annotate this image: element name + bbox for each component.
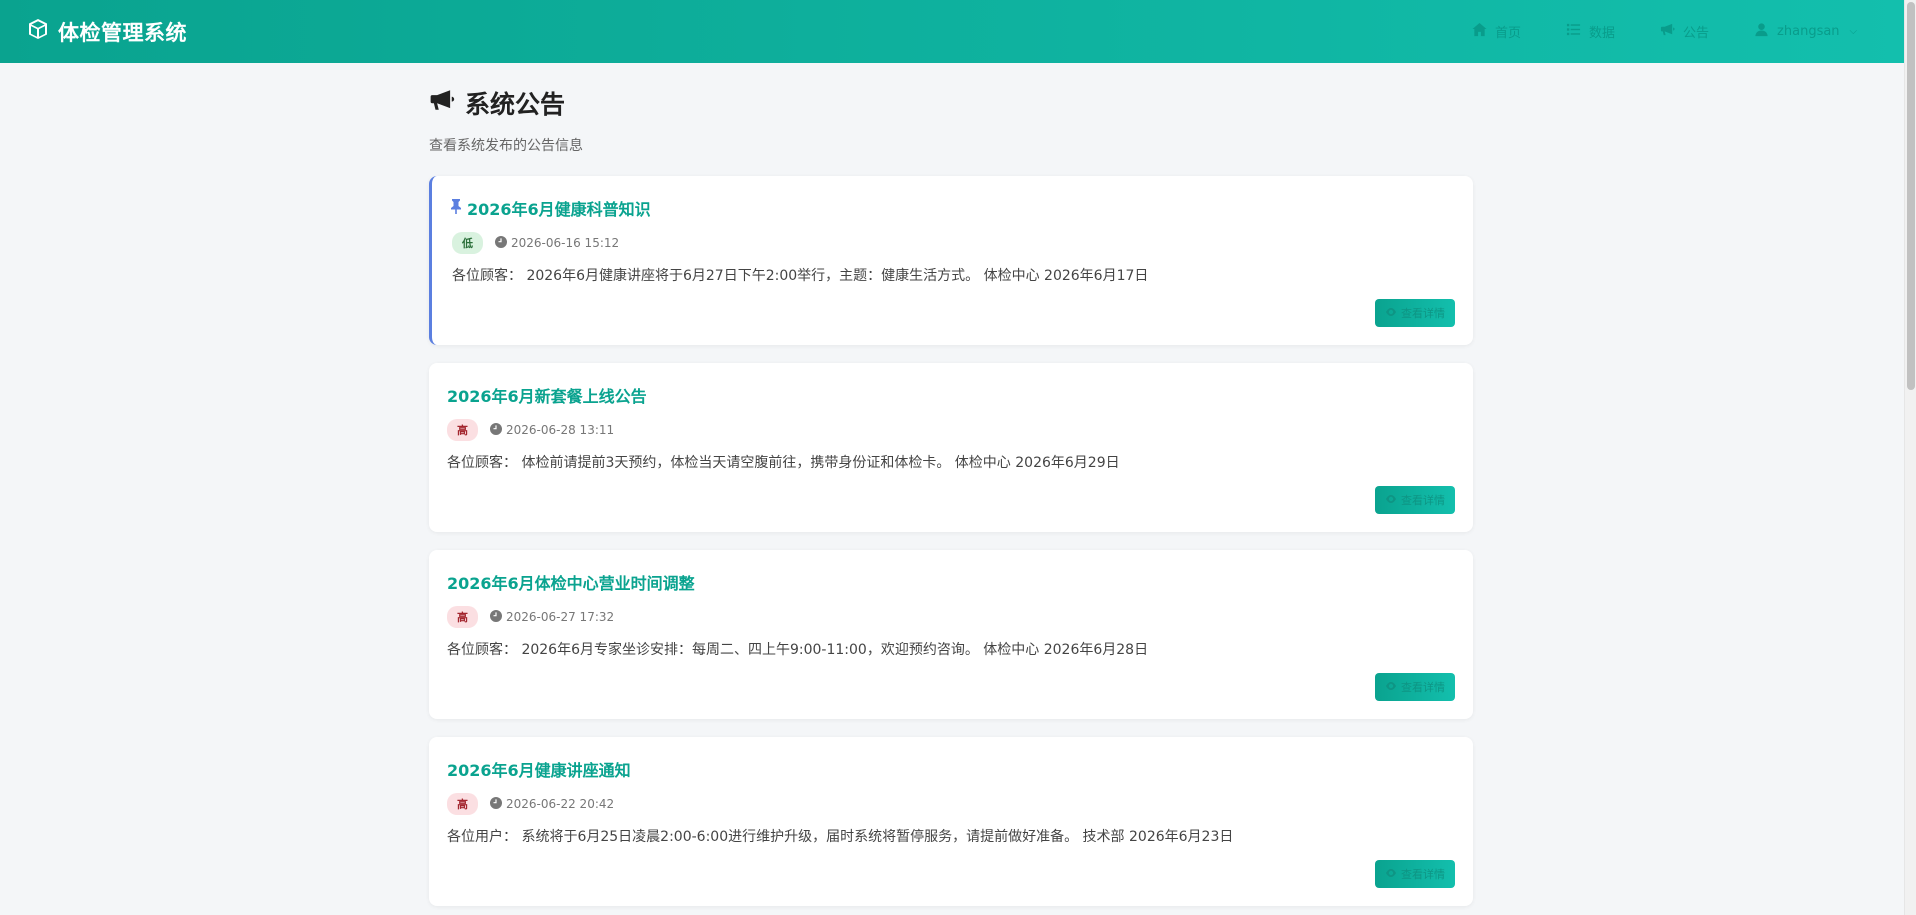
eye-icon xyxy=(1385,306,1397,321)
announcement-content: 各位顾客： 2026年6月专家坐诊安排：每周二、四上午9:00-11:00，欢迎… xyxy=(447,642,1149,658)
nav-item-label: 首页 xyxy=(1495,26,1522,41)
page-scrollbar[interactable] xyxy=(1904,0,1916,915)
page-title: 系统公告 xyxy=(429,85,1473,121)
clock-icon xyxy=(490,609,502,625)
publish-time: 2026-06-16 15:12 xyxy=(495,235,620,251)
brand[interactable]: 体检管理系统 xyxy=(26,0,187,63)
page-subtitle: 查看系统发布的公告信息 xyxy=(429,138,583,154)
announcement-card[interactable]: 2026年6月新套餐上线公告 高 2026-06-28 13:11 各位顾客： … xyxy=(429,363,1473,532)
view-detail-button[interactable]: 查看详情 xyxy=(1375,299,1455,327)
pin-icon xyxy=(449,198,463,218)
announcement-title-text: 2026年6月健康讲座通知 xyxy=(447,761,631,780)
announcement-card[interactable]: 2026年6月健康讲座通知 高 2026-06-22 20:42 各位用户： 系… xyxy=(429,737,1473,906)
announcement-content: 各位顾客： 体检前请提前3天预约，体检当天请空腹前往，携带身份证和体检卡。 体检… xyxy=(447,455,1120,471)
announcement-title[interactable]: 2026年6月新套餐上线公告 xyxy=(447,383,647,407)
announcement-title-text: 2026年6月体检中心营业时间调整 xyxy=(447,574,695,593)
publish-time-text: 2026-06-28 13:11 xyxy=(506,423,615,437)
main-content: 系统公告 查看系统发布的公告信息 xyxy=(429,63,1473,155)
view-detail-label: 查看详情 xyxy=(1401,681,1445,694)
home-icon xyxy=(1472,22,1487,41)
megaphone-icon xyxy=(1660,22,1675,41)
publish-time: 2026-06-22 20:42 xyxy=(490,796,615,812)
publish-time-text: 2026-06-16 15:12 xyxy=(511,236,620,250)
scrollbar-thumb[interactable] xyxy=(1907,2,1915,390)
clock-icon xyxy=(490,796,502,812)
priority-badge: 高 xyxy=(447,793,478,815)
view-detail-button[interactable]: 查看详情 xyxy=(1375,486,1455,514)
cube-icon xyxy=(26,17,50,46)
nav-item-announcements[interactable]: 公告 xyxy=(1660,22,1709,41)
view-detail-button[interactable]: 查看详情 xyxy=(1375,673,1455,701)
chevron-down-icon: ⌵ xyxy=(1849,26,1858,37)
priority-badge: 高 xyxy=(447,419,478,441)
announcement-meta: 高 2026-06-27 17:32 xyxy=(447,606,614,628)
announcement-title-text: 2026年6月新套餐上线公告 xyxy=(447,387,647,406)
nav-menu: 首页 数据 公告 zhangsan ⌵ xyxy=(1472,0,1857,63)
view-detail-label: 查看详情 xyxy=(1401,494,1445,507)
announcement-card[interactable]: 2026年6月健康科普知识 低 2026-06-16 15:12 各位顾客： 2… xyxy=(429,176,1473,345)
view-detail-label: 查看详情 xyxy=(1401,868,1445,881)
user-menu[interactable]: zhangsan ⌵ xyxy=(1754,22,1857,41)
announcement-content: 各位顾客： 2026年6月健康讲座将于6月27日下午2:00举行，主题：健康生活… xyxy=(452,268,1149,284)
announcement-meta: 低 2026-06-16 15:12 xyxy=(452,232,619,254)
page-title-text: 系统公告 xyxy=(465,90,566,119)
top-navbar: 体检管理系统 首页 数据 公告 zhangsan ⌵ xyxy=(0,0,1904,63)
publish-time-text: 2026-06-22 20:42 xyxy=(506,797,615,811)
publish-time-text: 2026-06-27 17:32 xyxy=(506,610,615,624)
announcement-meta: 高 2026-06-28 13:11 xyxy=(447,419,614,441)
view-detail-button[interactable]: 查看详情 xyxy=(1375,860,1455,888)
announcement-content: 各位用户： 系统将于6月25日凌晨2:00-6:00进行维护升级，届时系统将暂停… xyxy=(447,829,1234,845)
announcement-meta: 高 2026-06-22 20:42 xyxy=(447,793,614,815)
view-detail-label: 查看详情 xyxy=(1401,307,1445,320)
eye-icon xyxy=(1385,867,1397,882)
brand-title: 体检管理系统 xyxy=(58,20,187,45)
nav-item-home[interactable]: 首页 xyxy=(1472,22,1521,41)
nav-item-label: 公告 xyxy=(1683,26,1710,41)
nav-item-data[interactable]: 数据 xyxy=(1566,22,1615,41)
user-icon xyxy=(1754,22,1769,41)
publish-time: 2026-06-27 17:32 xyxy=(490,609,615,625)
priority-badge: 高 xyxy=(447,606,478,628)
eye-icon xyxy=(1385,680,1397,695)
clock-icon xyxy=(495,235,507,251)
announcement-card[interactable]: 2026年6月体检中心营业时间调整 高 2026-06-27 17:32 各位顾… xyxy=(429,550,1473,719)
list-icon xyxy=(1566,22,1581,41)
eye-icon xyxy=(1385,493,1397,508)
announcement-title[interactable]: 2026年6月健康科普知识 xyxy=(449,196,651,220)
announcement-title[interactable]: 2026年6月健康讲座通知 xyxy=(447,757,631,781)
publish-time: 2026-06-28 13:11 xyxy=(490,422,615,438)
username: zhangsan xyxy=(1777,24,1840,39)
nav-item-label: 数据 xyxy=(1589,26,1616,41)
priority-badge: 低 xyxy=(452,232,483,254)
megaphone-icon xyxy=(429,87,455,119)
clock-icon xyxy=(490,422,502,438)
announcement-title[interactable]: 2026年6月体检中心营业时间调整 xyxy=(447,570,695,594)
announcement-title-text: 2026年6月健康科普知识 xyxy=(467,200,651,219)
